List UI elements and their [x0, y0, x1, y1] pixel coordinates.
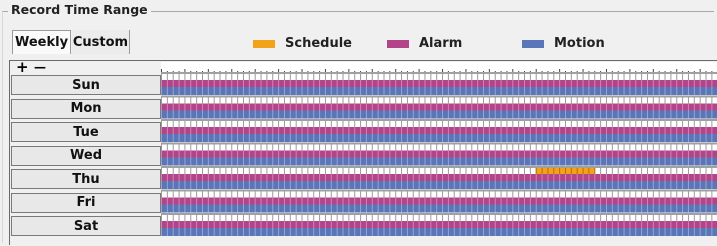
schedule-row-wed[interactable] — [161, 144, 717, 151]
schedule-row-tue[interactable] — [161, 121, 717, 127]
schedule-row-mon[interactable] — [161, 97, 717, 104]
schedule-row-sun[interactable] — [161, 74, 717, 80]
schedule-grid[interactable] — [0, 0, 717, 246]
schedule-row-fri[interactable] — [161, 191, 717, 198]
schedule-row-sat[interactable] — [161, 215, 717, 221]
schedule-row-thu[interactable] — [161, 168, 717, 174]
